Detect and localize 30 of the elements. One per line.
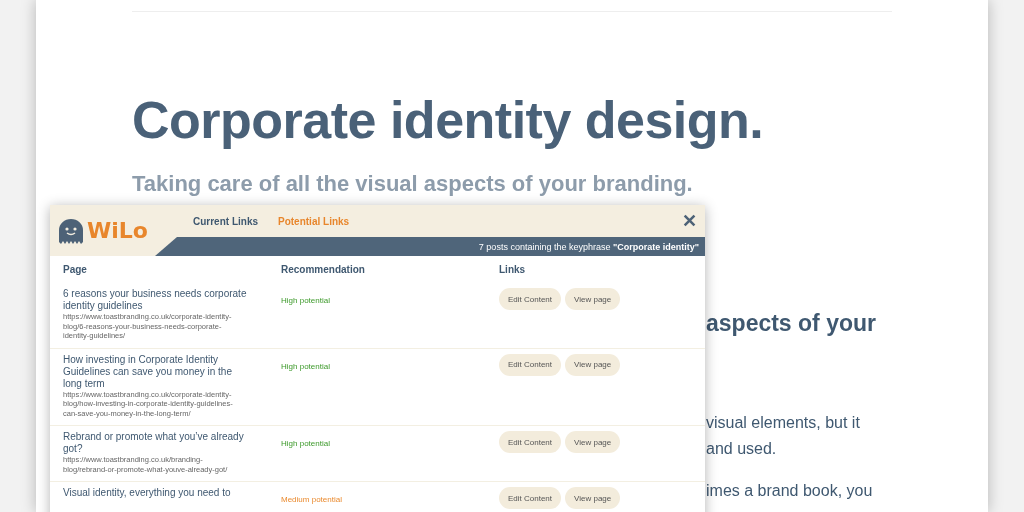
recommendation-label: Medium potential [281, 495, 342, 504]
logo-text: WiLo [87, 218, 148, 243]
page-subheading: Taking care of all the visual aspects of your branding. [132, 170, 694, 198]
tab[interactable]: Current Links [193, 215, 258, 227]
action-button[interactable]: Edit Content [499, 353, 562, 376]
action-button[interactable]: Edit Content [499, 487, 562, 509]
keyphrase-banner: 7 posts containing the keyphrase "Corporate identity" [155, 237, 705, 256]
recommendation-label: High potential [281, 296, 330, 305]
recommendation-label: High potential [281, 439, 330, 448]
column-header: Links [499, 264, 526, 275]
column-header: Page [63, 264, 87, 275]
page-title: 6 reasons your business needs corporate identity guidelines [63, 288, 248, 312]
body-text: and used. [706, 440, 777, 457]
action-button[interactable]: View page [565, 288, 621, 310]
column-header: Recommendation [281, 264, 365, 275]
ghost-icon [57, 217, 85, 244]
action-button[interactable]: View page [565, 487, 621, 509]
close-button[interactable]: ✕ [682, 210, 697, 232]
body-text: aspects of your [706, 310, 876, 336]
page-title: Rebrand or promote what you’ve already got? [63, 431, 245, 455]
recommendation-label: High potential [281, 361, 330, 371]
action-button[interactable]: View page [565, 353, 621, 376]
action-button[interactable]: Edit Content [499, 288, 562, 310]
page-heading: Corporate identity design. [132, 90, 765, 151]
body-text: imes a brand book, you [706, 482, 873, 499]
action-button[interactable]: View page [565, 431, 621, 453]
page-title: How investing in Corporate Identity Guidelines can save you money in the long term [63, 353, 233, 390]
action-button[interactable]: Edit Content [499, 431, 562, 453]
body-text: visual elements, but it [706, 414, 860, 431]
page-title: Visual identity, everything you need to [63, 487, 232, 499]
